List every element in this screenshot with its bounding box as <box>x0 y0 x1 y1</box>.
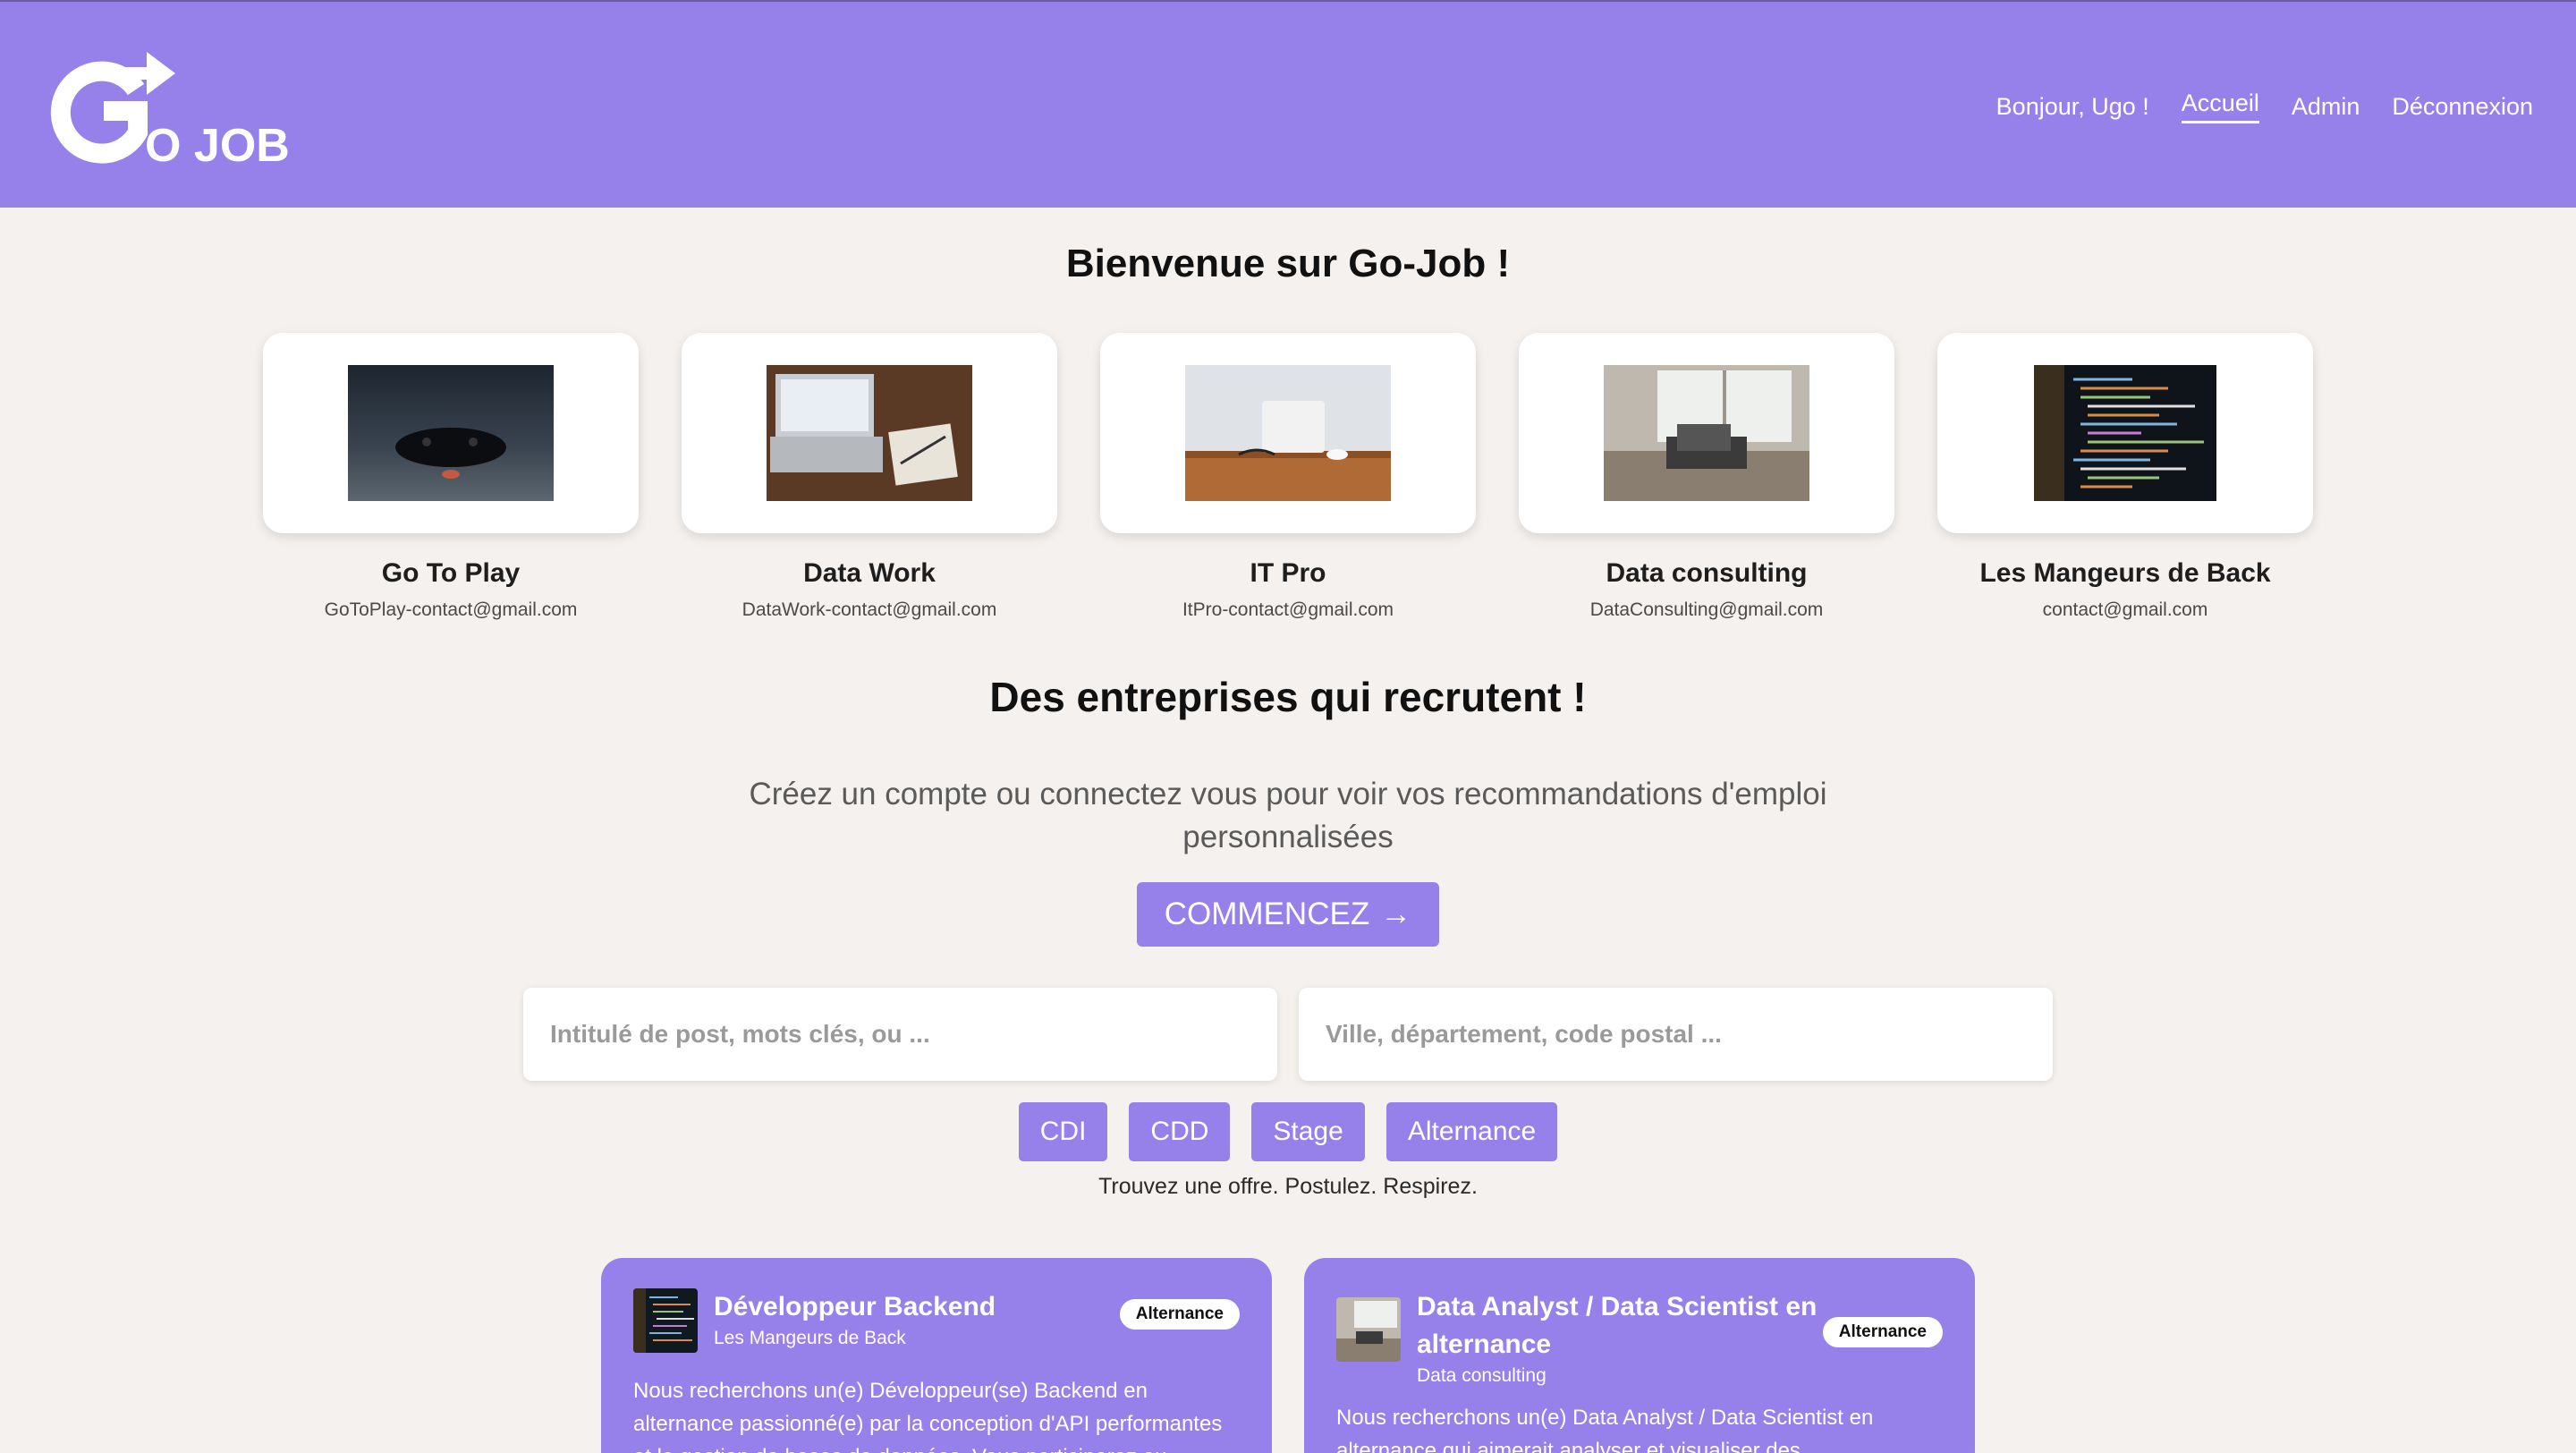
company-name: Data consulting <box>1606 558 1808 588</box>
go-job-logo[interactable]: O JOB <box>39 47 308 172</box>
company-card[interactable] <box>1937 333 2313 533</box>
company-email: DataConsulting@gmail.com <box>1589 599 1824 620</box>
tagline: Trouvez une offre. Postulez. Respirez. <box>1098 1174 1478 1199</box>
filter-stage[interactable]: Stage <box>1251 1102 1365 1161</box>
office-window-photo <box>1604 365 1809 501</box>
contract-filters: CDI CDD Stage Alternance <box>0 1102 2576 1161</box>
company-card[interactable] <box>682 333 1057 533</box>
company-name: IT Pro <box>1250 558 1326 588</box>
job-heading: Développeur Backend Les Mangeurs de Back <box>714 1288 996 1349</box>
job-search-input[interactable] <box>550 1020 1277 1049</box>
company-name: Data Work <box>803 558 936 588</box>
gamepad-photo <box>348 365 554 501</box>
start-button[interactable]: COMMENCEZ → <box>1137 882 1439 947</box>
start-button-label: COMMENCEZ <box>1164 896 1370 931</box>
job-card-header: Développeur Backend Les Mangeurs de Back… <box>633 1288 1240 1353</box>
company-item[interactable]: Data Work DataWork-contact@gmail.com <box>682 333 1057 621</box>
job-card-header: Data Analyst / Data Scientist en alterna… <box>1336 1288 1943 1387</box>
greeting-link[interactable]: Bonjour, Ugo ! <box>1996 93 2149 121</box>
logo-text: O JOB <box>145 120 290 172</box>
main-nav: Bonjour, Ugo ! Accueil Admin Déconnexion <box>1996 89 2533 123</box>
contract-badge: Alternance <box>1822 1317 1943 1347</box>
filter-cdd[interactable]: CDD <box>1129 1102 1231 1161</box>
recruit-title: Des entreprises qui recrutent ! <box>989 674 1587 720</box>
nav-admin[interactable]: Admin <box>2292 93 2360 121</box>
contract-badge: Alternance <box>1119 1299 1240 1330</box>
logo-icon: O JOB <box>50 52 290 172</box>
company-item[interactable]: IT Pro ItPro-contact@gmail.com <box>1100 333 1476 621</box>
company-card[interactable] <box>263 333 639 533</box>
filter-cdi[interactable]: CDI <box>1018 1102 1108 1161</box>
company-item[interactable]: Data consulting DataConsulting@gmail.com <box>1519 333 1894 621</box>
company-item[interactable]: Go To Play GoToPlay-contact@gmail.com <box>263 333 639 621</box>
location-search-input[interactable] <box>1326 1020 2053 1049</box>
company-logo <box>633 1288 698 1353</box>
arrow-right-icon: → <box>1380 896 1412 931</box>
welcome-title: Bienvenue sur Go-Job ! <box>1065 242 1511 285</box>
location-search-box[interactable] <box>1299 988 2053 1081</box>
job-card[interactable]: Data Analyst / Data Scientist en alterna… <box>1304 1258 1975 1453</box>
company-list: Go To Play GoToPlay-contact@gmail.com Da… <box>263 333 2313 621</box>
job-title[interactable]: Data Analyst / Data Scientist en alterna… <box>1417 1288 1828 1364</box>
filter-alternance[interactable]: Alternance <box>1385 1102 1558 1161</box>
company-email: contact@gmail.com <box>2042 599 2208 620</box>
top-header: O JOB Bonjour, Ugo ! Accueil Admin Décon… <box>0 0 2576 208</box>
company-name: Les Mangeurs de Back <box>1979 558 2271 588</box>
job-heading: Data Analyst / Data Scientist en alterna… <box>1417 1288 1828 1387</box>
company-item[interactable]: Les Mangeurs de Back contact@gmail.com <box>1937 333 2313 621</box>
signup-prompt: Créez un compte ou connectez vous pour v… <box>749 777 1827 854</box>
nav-logout[interactable]: Déconnexion <box>2392 93 2533 121</box>
job-title[interactable]: Développeur Backend <box>714 1288 996 1326</box>
company-email: DataWork-contact@gmail.com <box>741 599 997 620</box>
job-description: Nous recherchons un(e) Développeur(se) B… <box>633 1379 1223 1453</box>
laptop-desk-photo <box>767 365 972 501</box>
company-card[interactable] <box>1100 333 1476 533</box>
job-company: Les Mangeurs de Back <box>714 1328 906 1348</box>
job-card[interactable]: Développeur Backend Les Mangeurs de Back… <box>601 1258 1272 1453</box>
wood-desk-photo <box>1185 365 1391 501</box>
nav-home[interactable]: Accueil <box>2181 89 2259 123</box>
job-search-box[interactable] <box>523 988 1277 1081</box>
company-card[interactable] <box>1519 333 1894 533</box>
company-name: Go To Play <box>381 558 521 588</box>
company-logo <box>1336 1297 1401 1362</box>
company-email: ItPro-contact@gmail.com <box>1182 599 1394 620</box>
job-company: Data consulting <box>1417 1365 1546 1386</box>
company-email: GoToPlay-contact@gmail.com <box>324 599 578 620</box>
job-description: Nous recherchons un(e) Data Analyst / Da… <box>1336 1406 1874 1453</box>
code-screen-photo <box>2034 365 2216 501</box>
